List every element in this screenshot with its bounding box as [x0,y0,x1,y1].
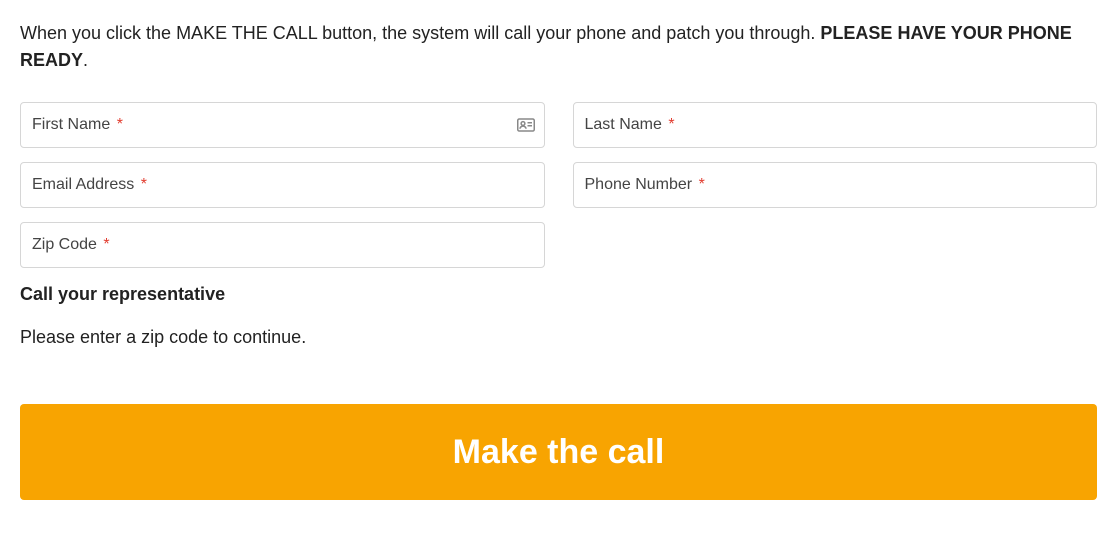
prompt-text: Please enter a zip code to continue. [20,327,1097,348]
instruction-text: When you click the MAKE THE CALL button,… [20,20,1097,74]
first-name-wrap: First Name * [20,102,545,148]
zip-wrap: Zip Code * [20,222,545,268]
section-heading: Call your representative [20,284,1097,305]
form-grid: First Name * Last Name * [20,102,1097,268]
zip-field[interactable] [20,222,545,268]
instruction-period: . [83,50,88,70]
last-name-wrap: Last Name * [573,102,1098,148]
last-name-input[interactable] [573,102,1098,148]
phone-wrap: Phone Number * [573,162,1098,208]
first-name-input[interactable] [20,102,545,148]
email-wrap: Email Address * [20,162,545,208]
instruction-normal: When you click the MAKE THE CALL button,… [20,23,820,43]
email-field[interactable] [20,162,545,208]
make-call-button[interactable]: Make the call [20,404,1097,500]
phone-field[interactable] [573,162,1098,208]
